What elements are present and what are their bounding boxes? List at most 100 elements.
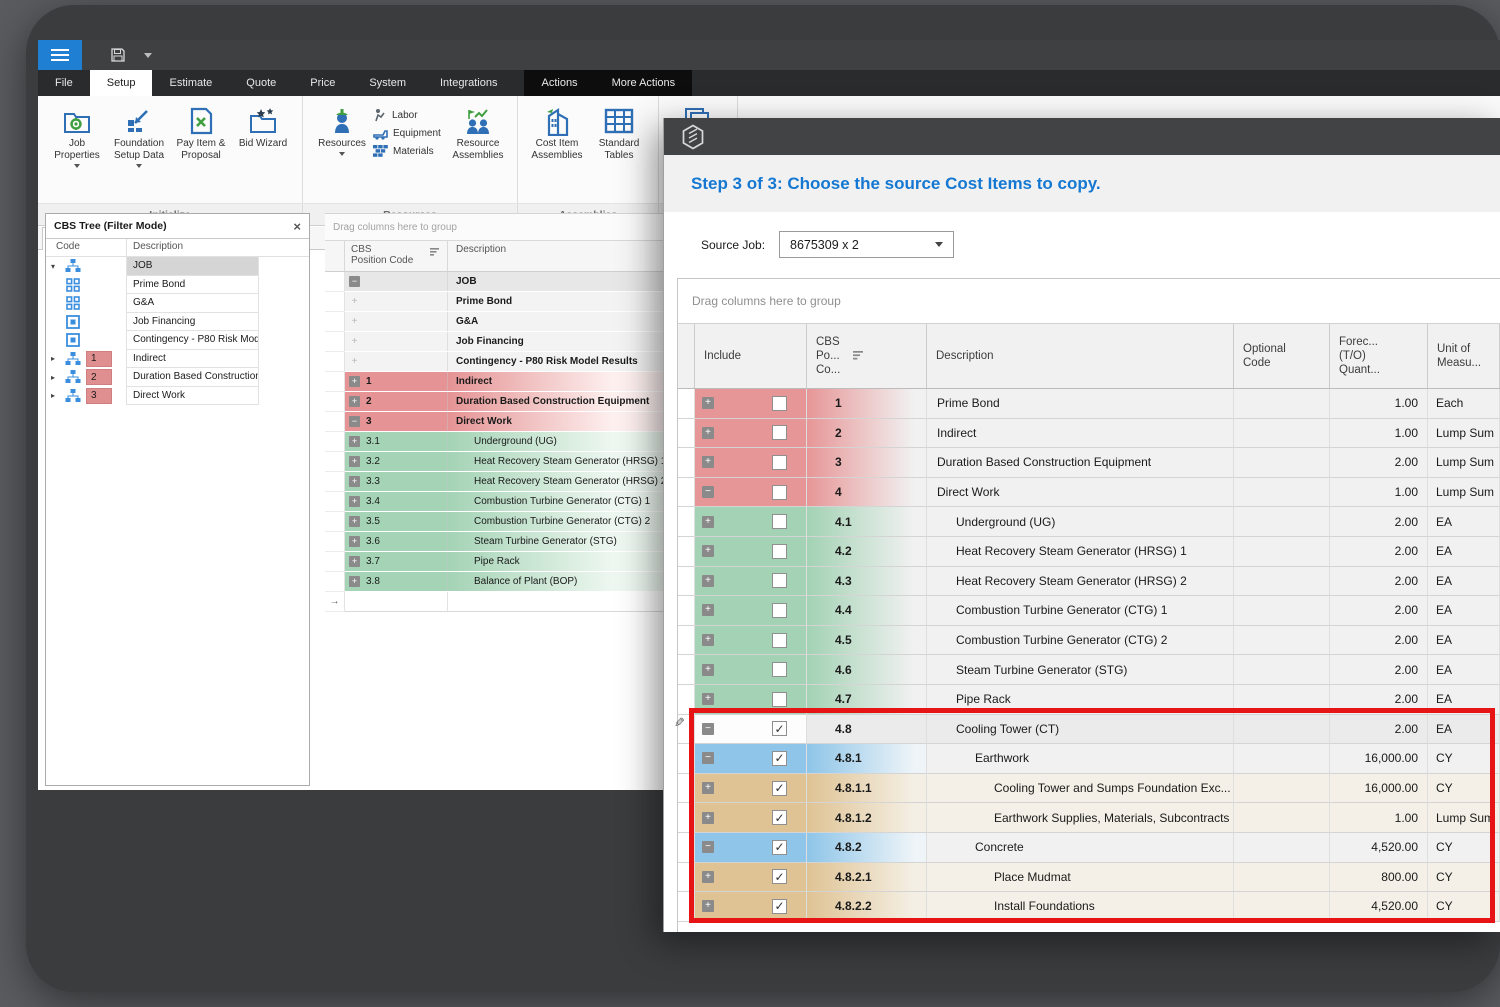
- ribbon-tab-estimate[interactable]: Estimate: [152, 70, 229, 96]
- expand-icon[interactable]: +: [702, 693, 714, 705]
- dialog-row-4-4[interactable]: +4.4Combustion Turbine Generator (CTG) 1…: [678, 596, 1500, 626]
- tree-row-2[interactable]: ▸2Duration Based Construction...: [46, 368, 309, 387]
- tree-cell-description[interactable]: Contingency - P80 Risk Mode...: [126, 330, 259, 350]
- close-icon[interactable]: ×: [293, 219, 301, 234]
- grid-row-job-financing[interactable]: +Job Financing: [325, 332, 668, 352]
- dialog-row-4-8-2[interactable]: −✓4.8.2Concrete4,520.00CY: [678, 833, 1500, 863]
- collapse-icon[interactable]: −: [702, 752, 714, 764]
- dialog-row-4-3[interactable]: +4.3Heat Recovery Steam Generator (HRSG)…: [678, 567, 1500, 597]
- ribbon-button-resources[interactable]: Resources: [311, 102, 373, 156]
- quick-access-caret-icon[interactable]: [144, 53, 152, 58]
- grid-row-contingency-p80-risk-model-results[interactable]: +Contingency - P80 Risk Model Results: [325, 352, 668, 372]
- expand-icon[interactable]: +: [702, 812, 714, 824]
- dialog-row-4-8-1-1[interactable]: +✓4.8.1.1Cooling Tower and Sumps Foundat…: [678, 774, 1500, 804]
- tree-row-job[interactable]: ▾JOB: [46, 257, 309, 276]
- expand-icon[interactable]: +: [702, 634, 714, 646]
- save-button[interactable]: [110, 47, 126, 63]
- ribbon-button-materials[interactable]: Materials: [373, 142, 447, 160]
- ribbon-button-cost-item-assemblies[interactable]: Cost ItemAssemblies: [526, 102, 588, 162]
- grid-row-1[interactable]: +1Indirect: [325, 372, 668, 392]
- collapse-icon[interactable]: −: [702, 486, 714, 498]
- expand-icon[interactable]: +: [349, 376, 360, 387]
- grid-row-3.5[interactable]: +3.5Combustion Turbine Generator (CTG) 2: [325, 512, 668, 532]
- chevron-right-icon[interactable]: ▸: [46, 368, 60, 387]
- ribbon-tab-setup[interactable]: Setup: [90, 70, 153, 96]
- ribbon-button-job-properties[interactable]: Job Properties: [46, 102, 108, 168]
- chevron-right-icon[interactable]: ▸: [46, 350, 60, 369]
- grid-row-g-a[interactable]: +G&A: [325, 312, 668, 332]
- expand-icon[interactable]: +: [349, 456, 360, 467]
- dialog-row-4-7[interactable]: +4.7Pipe Rack2.00EA: [678, 685, 1500, 715]
- include-checkbox[interactable]: [772, 455, 787, 470]
- col-optional-code[interactable]: Optional Code: [1234, 324, 1330, 388]
- ribbon-button-labor[interactable]: Labor: [373, 106, 447, 124]
- dialog-row-4-2[interactable]: +4.2Heat Recovery Steam Generator (HRSG)…: [678, 537, 1500, 567]
- include-checkbox[interactable]: ✓: [772, 840, 787, 855]
- tree-cell-description[interactable]: Duration Based Construction...: [126, 367, 259, 387]
- include-checkbox[interactable]: [772, 662, 787, 677]
- chevron-right-icon[interactable]: ▸: [46, 387, 60, 406]
- tree-cell-description[interactable]: Job Financing: [126, 312, 259, 332]
- dialog-row-4-8-1-2[interactable]: +✓4.8.1.2Earthwork Supplies, Materials, …: [678, 803, 1500, 833]
- include-checkbox[interactable]: ✓: [772, 899, 787, 914]
- tree-cell-description[interactable]: Indirect: [126, 349, 259, 369]
- col-unit-of-measure[interactable]: Unit of Measu...: [1428, 324, 1500, 388]
- grid-row-3.1[interactable]: +3.1Underground (UG): [325, 432, 668, 452]
- ribbon-button-equipment[interactable]: Equipment: [373, 124, 447, 142]
- expand-icon[interactable]: +: [349, 496, 360, 507]
- include-checkbox[interactable]: ✓: [772, 869, 787, 884]
- tree-row-g-a[interactable]: G&A: [46, 294, 309, 313]
- grid-row-3.2[interactable]: +3.2Heat Recovery Steam Generator (HRSG)…: [325, 452, 668, 472]
- tree-row-contingency-p80-risk-mode-[interactable]: Contingency - P80 Risk Mode...: [46, 331, 309, 350]
- ribbon-button-foundation-setup-data[interactable]: FoundationSetup Data: [108, 102, 170, 168]
- expand-icon[interactable]: +: [702, 604, 714, 616]
- dialog-row-4-5[interactable]: +4.5Combustion Turbine Generator (CTG) 2…: [678, 626, 1500, 656]
- group-by-drop-zone[interactable]: Drag columns here to group: [678, 279, 1500, 323]
- expand-icon[interactable]: +: [702, 545, 714, 557]
- include-checkbox[interactable]: [772, 633, 787, 648]
- expand-icon[interactable]: +: [702, 871, 714, 883]
- grid-row-3.3[interactable]: +3.3Heat Recovery Steam Generator (HRSG)…: [325, 472, 668, 492]
- ribbon-tab-actions[interactable]: Actions: [524, 70, 594, 96]
- collapse-icon[interactable]: −: [702, 723, 714, 735]
- include-checkbox[interactable]: [772, 396, 787, 411]
- collapse-icon[interactable]: −: [702, 841, 714, 853]
- dialog-row-1[interactable]: +1Prime Bond1.00Each: [678, 389, 1500, 419]
- expand-icon[interactable]: +: [702, 397, 714, 409]
- tree-row-3[interactable]: ▸3Direct Work: [46, 387, 309, 406]
- tree-cell-description[interactable]: Prime Bond: [126, 275, 259, 295]
- dialog-row-4-8-1[interactable]: −✓4.8.1Earthwork16,000.00CY: [678, 744, 1500, 774]
- include-checkbox[interactable]: [772, 544, 787, 559]
- ribbon-button-standard-tables[interactable]: StandardTables: [588, 102, 650, 162]
- grid-row-prime-bond[interactable]: +Prime Bond: [325, 292, 668, 312]
- ribbon-button-bid-wizard[interactable]: Bid Wizard: [232, 102, 294, 150]
- expand-icon[interactable]: +: [349, 336, 360, 347]
- collapse-icon[interactable]: −: [349, 416, 360, 427]
- expand-icon[interactable]: +: [349, 316, 360, 327]
- include-checkbox[interactable]: ✓: [772, 781, 787, 796]
- expand-icon[interactable]: +: [702, 516, 714, 528]
- expand-icon[interactable]: +: [702, 900, 714, 912]
- tree-row-job-financing[interactable]: Job Financing: [46, 313, 309, 332]
- tree-col-description[interactable]: Description: [126, 239, 259, 256]
- expand-icon[interactable]: +: [349, 576, 360, 587]
- expand-icon[interactable]: +: [702, 575, 714, 587]
- include-checkbox[interactable]: [772, 485, 787, 500]
- grid-row-3.6[interactable]: +3.6Steam Turbine Generator (STG): [325, 532, 668, 552]
- dialog-row-4-8-2-1[interactable]: +✓4.8.2.1Place Mudmat800.00CY: [678, 863, 1500, 893]
- tree-row-prime-bond[interactable]: Prime Bond: [46, 276, 309, 295]
- dialog-row-4[interactable]: −4Direct Work1.00Lump Sum: [678, 478, 1500, 508]
- expand-icon[interactable]: +: [349, 396, 360, 407]
- expand-icon[interactable]: +: [349, 556, 360, 567]
- grid-row-3.4[interactable]: +3.4Combustion Turbine Generator (CTG) 1: [325, 492, 668, 512]
- col-description[interactable]: Description: [448, 241, 668, 271]
- col-cbs-position-code[interactable]: CBS Position Code: [345, 241, 448, 271]
- include-checkbox[interactable]: [772, 692, 787, 707]
- include-checkbox[interactable]: [772, 514, 787, 529]
- dialog-row-3[interactable]: +3Duration Based Construction Equipment2…: [678, 448, 1500, 478]
- expand-icon[interactable]: +: [349, 436, 360, 447]
- dialog-row-4-8[interactable]: −✓4.8Cooling Tower (CT)2.00EA: [678, 715, 1500, 745]
- include-checkbox[interactable]: [772, 603, 787, 618]
- expand-icon[interactable]: +: [702, 782, 714, 794]
- tree-cell-description[interactable]: Direct Work: [126, 386, 259, 406]
